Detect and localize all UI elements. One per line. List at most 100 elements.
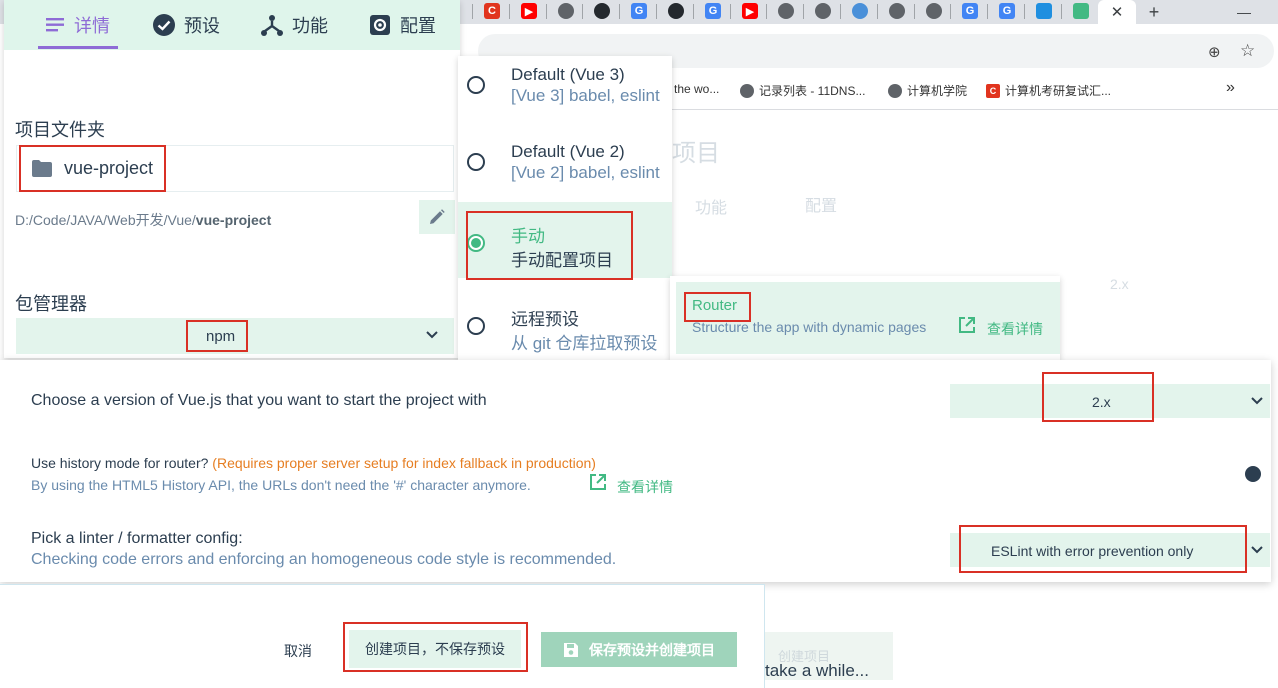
history-mode-label: Use history mode for router? (Requires p… bbox=[31, 455, 596, 471]
tab-separator bbox=[803, 4, 804, 19]
bookmarks-overflow-button[interactable]: » bbox=[1226, 79, 1235, 97]
tab-separator bbox=[546, 4, 547, 19]
chevron-down-icon bbox=[426, 331, 438, 339]
preset-name: Default (Vue 2) bbox=[511, 142, 625, 161]
bookmark-star-icon[interactable]: ☆ bbox=[1240, 41, 1255, 61]
preset-item-manual[interactable]: 手动 手动配置项目 bbox=[458, 202, 672, 278]
background-vue-version: 2.x bbox=[1110, 276, 1129, 292]
tab-config[interactable]: 配置 bbox=[368, 12, 436, 38]
tab-separator bbox=[509, 4, 510, 19]
preset-name: 手动 bbox=[511, 227, 545, 246]
package-manager-value: npm bbox=[206, 328, 236, 345]
preset-item-vue3[interactable]: Default (Vue 3) [Vue 3] babel, eslint bbox=[458, 48, 672, 124]
router-more-link[interactable]: 查看详情 bbox=[987, 319, 1043, 339]
active-tab-indicator bbox=[38, 46, 118, 49]
settings-icon bbox=[370, 15, 390, 35]
minimize-window-button[interactable]: — bbox=[1234, 2, 1254, 22]
tab-separator bbox=[877, 4, 878, 19]
tab-separator bbox=[693, 4, 694, 19]
bookmark-item[interactable]: 计算机学院 bbox=[888, 82, 967, 99]
history-mode-question: Use history mode for router? bbox=[31, 455, 209, 471]
preset-description: [Vue 2] babel, eslint bbox=[511, 163, 660, 182]
globe-icon[interactable] bbox=[889, 3, 905, 19]
youtube-icon[interactable]: ▶ bbox=[742, 3, 758, 19]
github-icon[interactable] bbox=[594, 3, 610, 19]
chevron-down-icon bbox=[1251, 397, 1263, 405]
preset-description: 手动配置项目 bbox=[511, 251, 613, 270]
globe-icon bbox=[888, 83, 902, 98]
tab-separator bbox=[472, 4, 473, 19]
radio-unchecked-icon[interactable] bbox=[467, 317, 485, 335]
history-mode-description: By using the HTML5 History API, the URLs… bbox=[31, 477, 531, 493]
save-icon bbox=[564, 642, 578, 657]
vue-icon[interactable] bbox=[1073, 3, 1089, 19]
edit-path-button[interactable] bbox=[419, 200, 455, 234]
globe-icon bbox=[740, 83, 754, 98]
youtube-icon[interactable]: ▶ bbox=[521, 3, 537, 19]
linter-description: Checking code errors and enforcing an ho… bbox=[31, 551, 617, 568]
tab-separator bbox=[619, 4, 620, 19]
check-circle-icon bbox=[153, 14, 175, 36]
tab-separator bbox=[987, 4, 988, 19]
csdn-icon[interactable]: C bbox=[484, 3, 500, 19]
globe-icon[interactable] bbox=[926, 3, 942, 19]
bookmark-item[interactable]: 记录列表 - 11DNS... bbox=[740, 82, 865, 99]
new-tab-button[interactable]: + bbox=[1142, 0, 1166, 24]
tab-separator bbox=[914, 4, 915, 19]
loading-text: take a while... bbox=[765, 661, 869, 680]
google-icon[interactable]: G bbox=[962, 3, 978, 19]
create-without-preset-button[interactable]: 创建项目，不保存预设 bbox=[349, 630, 521, 668]
bookmark-item[interactable]: C 计算机考研复试汇... bbox=[986, 82, 1111, 99]
project-path: D:/Code/JAVA/Web开发/Vue/vue-project bbox=[15, 210, 271, 230]
router-feature-item[interactable] bbox=[676, 282, 1060, 354]
zoom-icon[interactable]: ⊕ bbox=[1208, 43, 1221, 61]
history-mode-toggle[interactable] bbox=[1245, 466, 1261, 482]
linter-label: Pick a linter / formatter config: bbox=[31, 530, 243, 547]
tab-features[interactable]: 功能 bbox=[260, 12, 328, 38]
tab-separator bbox=[950, 4, 951, 19]
google-icon[interactable]: G bbox=[705, 3, 721, 19]
radio-checked-icon[interactable] bbox=[467, 234, 485, 252]
chevron-down-icon bbox=[1251, 546, 1263, 554]
external-link-icon[interactable] bbox=[958, 316, 976, 334]
tab-separator bbox=[656, 4, 657, 19]
radio-unchecked-icon[interactable] bbox=[467, 153, 485, 171]
router-feature-description: Structure the app with dynamic pages bbox=[692, 319, 927, 335]
tab-presets[interactable]: 预设 bbox=[152, 12, 220, 38]
history-mode-more-link[interactable]: 查看详情 bbox=[617, 477, 673, 497]
project-path-folder: vue-project bbox=[195, 212, 272, 228]
tab-details[interactable]: 详情 bbox=[44, 12, 110, 38]
project-path-prefix: D:/Code/JAVA/Web开发/Vue/ bbox=[15, 212, 196, 228]
save-preset-and-create-label: 保存预设并创建项目 bbox=[589, 641, 715, 658]
external-link-icon[interactable] bbox=[589, 473, 607, 491]
preset-item-vue2[interactable]: Default (Vue 2) [Vue 2] babel, eslint bbox=[458, 125, 672, 201]
globe-icon[interactable] bbox=[815, 3, 831, 19]
background-tab-config: 配置 bbox=[805, 198, 838, 215]
tab-separator bbox=[730, 4, 731, 19]
google-icon[interactable]: G bbox=[631, 3, 647, 19]
preset-description: [Vue 3] babel, eslint bbox=[511, 86, 660, 105]
cloud-icon[interactable] bbox=[852, 3, 868, 19]
background-tab-features: 功能 bbox=[695, 200, 728, 217]
vue-version-label: Choose a version of Vue.js that you want… bbox=[31, 392, 487, 409]
radio-unchecked-icon[interactable] bbox=[467, 76, 485, 94]
close-tab-icon[interactable]: ✕ bbox=[1098, 0, 1136, 24]
edge-icon[interactable] bbox=[1036, 3, 1052, 19]
background-page-title: 项目 bbox=[672, 140, 720, 167]
preset-description: 从 git 仓库拉取预设 bbox=[511, 334, 658, 353]
tab-separator bbox=[1061, 4, 1062, 19]
preset-item-remote[interactable]: 远程预设 从 git 仓库拉取预设 bbox=[458, 284, 672, 360]
cancel-button[interactable]: 取消 bbox=[284, 641, 312, 661]
details-icon bbox=[46, 18, 64, 32]
globe-icon[interactable] bbox=[558, 3, 574, 19]
globe-icon[interactable] bbox=[778, 3, 794, 19]
folder-icon bbox=[32, 160, 52, 177]
project-folder-value: vue-project bbox=[64, 158, 154, 178]
google-icon[interactable]: G bbox=[999, 3, 1015, 19]
github-icon[interactable] bbox=[668, 3, 684, 19]
wizard-tab-bar: 详情 预设 功能 配置 bbox=[4, 0, 460, 50]
save-preset-and-create-button[interactable]: 保存预设并创建项目 bbox=[541, 632, 737, 667]
preset-name: 远程预设 bbox=[511, 310, 579, 329]
bookmark-item[interactable]: the wo... bbox=[674, 82, 719, 96]
router-feature-name: Router bbox=[692, 297, 738, 314]
